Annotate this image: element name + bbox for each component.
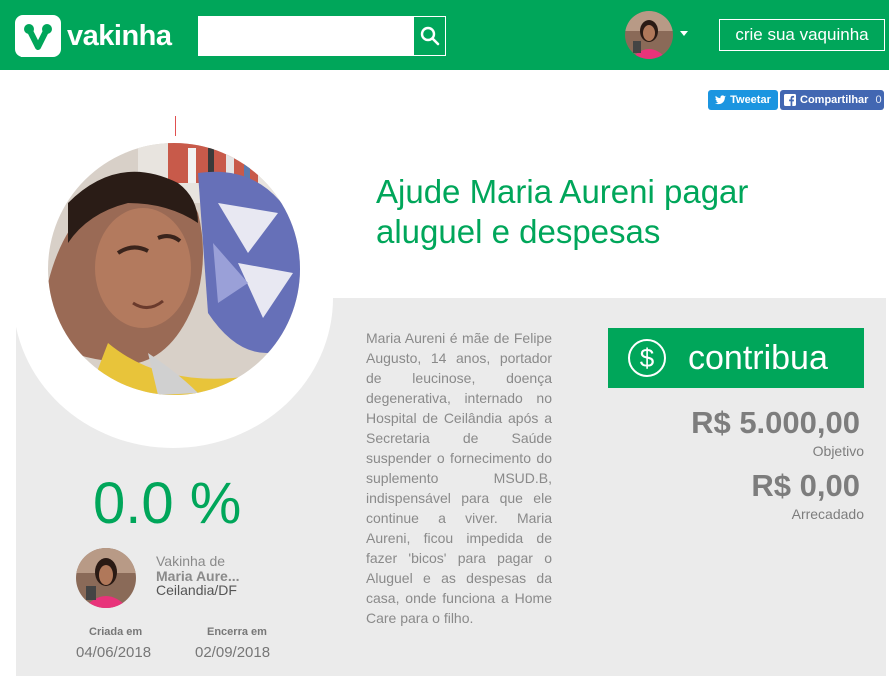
created-label: Criada em (89, 626, 143, 638)
user-avatar[interactable] (625, 11, 673, 59)
campaign-photo (48, 143, 300, 395)
create-campaign-button[interactable]: crie sua vaquinha (719, 19, 885, 51)
raised-label: Arrecadado (791, 506, 864, 522)
search-icon (420, 26, 439, 46)
goal-label: Objetivo (812, 443, 864, 459)
campaign-title: Ajude Maria Aureni pagar aluguel e despe… (376, 173, 749, 250)
created-date: 04/06/2018 (76, 644, 152, 661)
contribute-button[interactable]: $ contribua (608, 328, 864, 388)
share-count: 0 (875, 94, 882, 106)
owner-prefix: Vakinha de (156, 553, 226, 569)
ends-label: Encerra em (207, 626, 267, 638)
divider-line (175, 116, 176, 136)
goal-amount: R$ 5.000,00 (691, 405, 860, 440)
facebook-icon (784, 94, 796, 106)
owner-avatar[interactable] (76, 548, 136, 608)
vakinha-logo-icon (15, 15, 61, 57)
ends-date: 02/09/2018 (195, 644, 271, 661)
search-input[interactable] (199, 17, 414, 55)
vakinha-logo[interactable]: vakinha (15, 15, 172, 57)
facebook-share-button[interactable]: Compartilhar 0 (780, 90, 884, 110)
top-nav: vakinha crie sua vaquinha (0, 0, 889, 70)
search-button[interactable] (414, 17, 445, 55)
dollar-icon: $ (628, 339, 666, 377)
contribute-label: contribua (688, 338, 828, 377)
tweet-button[interactable]: Tweetar (708, 90, 778, 110)
tweet-label: Tweetar (730, 94, 771, 106)
facebook-share-label: Compartilhar (800, 94, 869, 106)
chevron-down-icon[interactable] (680, 31, 688, 36)
owner-location: Ceilandia/DF (156, 582, 237, 598)
raised-amount: R$ 0,00 (751, 468, 860, 503)
campaign-description: Maria Aureni é mãe de Felipe Augusto, 14… (366, 330, 552, 626)
progress-percent: 0.0 % (93, 471, 242, 536)
twitter-icon (715, 95, 727, 105)
search-bar (198, 16, 446, 56)
logo-text: vakinha (67, 19, 172, 52)
